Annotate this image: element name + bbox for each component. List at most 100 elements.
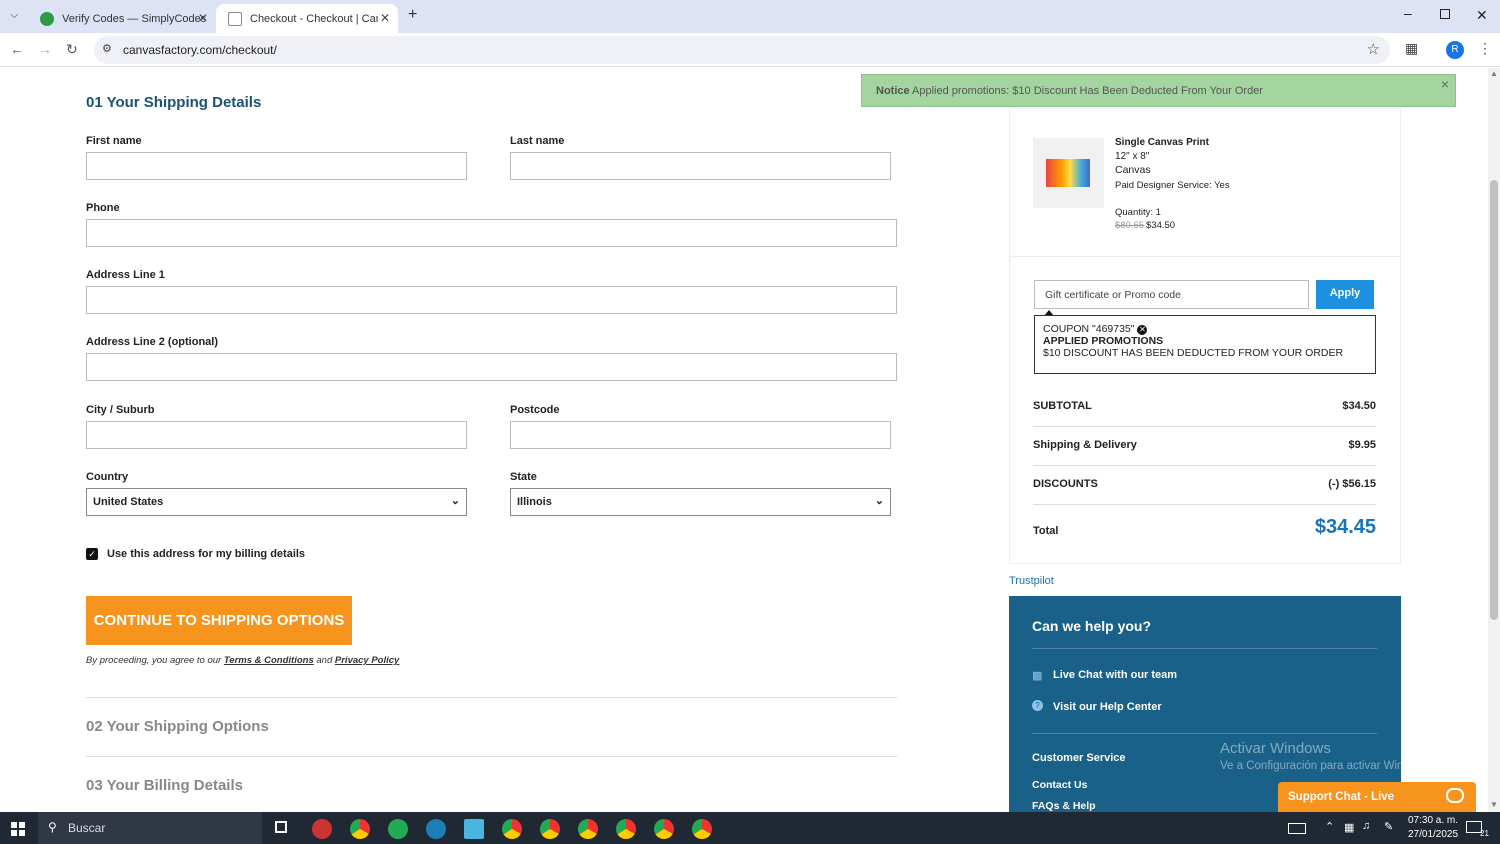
chrome-profile-icon[interactable] [692, 819, 712, 839]
subtotal-value: $34.50 [1342, 400, 1376, 412]
chevron-down-icon: ⌄ [874, 495, 884, 507]
city-label: City / Suburb [86, 404, 155, 416]
section-shipping-options-title[interactable]: 02 Your Shipping Options [86, 718, 269, 735]
restore-icon[interactable] [1440, 9, 1450, 19]
country-select[interactable]: United States ⌄ [86, 488, 467, 516]
support-chat-button[interactable]: Support Chat - Live [1278, 782, 1476, 812]
app-icon[interactable] [312, 819, 332, 839]
extensions-icon[interactable]: ▦ [1405, 40, 1418, 57]
clock-time[interactable]: 07:30 a. m. [1408, 815, 1458, 826]
product-name: Single Canvas Print [1115, 137, 1209, 148]
chrome-profile-icon[interactable] [578, 819, 598, 839]
scroll-down-icon[interactable]: ▼ [1490, 800, 1498, 809]
city-field[interactable] [86, 421, 467, 449]
close-tab-icon[interactable]: ✕ [198, 11, 208, 25]
whatsapp-icon[interactable] [388, 819, 408, 839]
state-select[interactable]: Illinois ⌄ [510, 488, 891, 516]
contact-us-link[interactable]: Contact Us [1032, 779, 1087, 791]
section-billing-details-title[interactable]: 03 Your Billing Details [86, 777, 243, 794]
pen-icon[interactable]: ✎ [1384, 820, 1393, 833]
windows-watermark-sub: Ve a Configuración para activar Windows. [1220, 760, 1434, 772]
shipping-label: Shipping & Delivery [1033, 439, 1137, 451]
chrome-profile-icon[interactable] [616, 819, 636, 839]
minimize-icon[interactable]: – [1404, 5, 1412, 21]
support-chat-label: Support Chat - Live [1288, 791, 1395, 803]
live-chat-link[interactable]: Live Chat with our team [1053, 669, 1177, 681]
chrome-profile-icon[interactable] [654, 819, 674, 839]
remove-coupon-icon[interactable]: ✕ [1137, 325, 1148, 335]
product-quantity: Quantity: 1 [1115, 207, 1161, 218]
help-center-link[interactable]: Visit our Help Center [1053, 701, 1162, 713]
continue-to-shipping-button[interactable]: CONTINUE TO SHIPPING OPTIONS [86, 596, 352, 645]
canvas-image [1046, 159, 1090, 187]
chrome-profile-icon[interactable] [540, 819, 560, 839]
volume-icon[interactable]: ♫ [1362, 820, 1370, 832]
tab-simplycodes[interactable]: Verify Codes — SimplyCodes ✕ [28, 4, 216, 33]
product-old-price: $80.65 [1115, 220, 1145, 231]
terms-link[interactable]: Terms & Conditions [224, 655, 314, 666]
total-row: Total $34.45 [1033, 516, 1376, 542]
tab-list-chevron-icon[interactable]: ⌵ [10, 9, 18, 22]
phone-label: Phone [86, 202, 120, 214]
windows-start-icon[interactable] [11, 822, 25, 836]
chevron-down-icon: ⌄ [450, 495, 460, 507]
scroll-up-icon[interactable]: ▲ [1490, 69, 1498, 78]
bookmark-star-icon[interactable]: ☆ [1367, 40, 1380, 58]
forward-icon[interactable]: → [38, 41, 52, 57]
notepad-icon[interactable] [464, 819, 484, 839]
billing-checkbox[interactable]: ✓ [86, 548, 98, 560]
apply-promo-button[interactable]: Apply [1316, 280, 1374, 309]
promo-code-input[interactable]: Gift certificate or Promo code [1034, 280, 1309, 309]
menu-icon[interactable]: ⋮ [1478, 40, 1492, 57]
product-price: $34.50 [1146, 220, 1176, 231]
url-text: canvasfactory.com/checkout/ [123, 43, 277, 57]
notice-title: Notice [876, 85, 910, 97]
faqs-link[interactable]: FAQs & Help [1032, 800, 1096, 812]
shipping-value: $9.95 [1348, 439, 1376, 451]
new-tab-icon[interactable]: + [408, 6, 417, 24]
close-window-icon[interactable]: ✕ [1476, 7, 1488, 24]
page-scrollbar[interactable]: ▲ ▼ [1488, 68, 1500, 812]
network-icon[interactable]: ▦ [1344, 821, 1354, 834]
total-value: $34.45 [1314, 516, 1376, 538]
clock-date[interactable]: 27/01/2025 [1408, 829, 1458, 840]
close-tab-icon[interactable]: ✕ [380, 11, 390, 25]
help-circle-icon: ? [1032, 700, 1043, 711]
vpn-icon[interactable] [426, 819, 446, 839]
search-placeholder: Buscar [68, 821, 106, 835]
first-name-field[interactable] [86, 152, 467, 180]
product-material: Canvas [1115, 164, 1151, 176]
help-title: Can we help you? [1032, 618, 1152, 634]
product-thumbnail [1033, 138, 1104, 208]
chrome-icon[interactable] [350, 819, 370, 839]
address-bar[interactable]: ⚙ canvasfactory.com/checkout/ ☆ [94, 36, 1390, 64]
trustpilot-link[interactable]: Trustpilot [1009, 575, 1054, 587]
windows-taskbar: ⚲ Buscar ⌃ ▦ ♫ ✎ 07:30 a. m. 27/01/2025 … [0, 812, 1500, 844]
address2-label: Address Line 2 (optional) [86, 336, 219, 348]
total-label: Total [1033, 525, 1059, 537]
last-name-field[interactable] [510, 152, 891, 180]
reload-icon[interactable]: ↻ [66, 41, 78, 58]
discounts-value: (-) $56.15 [1328, 478, 1376, 490]
taskbar-search-box[interactable]: ⚲ Buscar [38, 812, 262, 844]
notice-close-icon[interactable]: × [1441, 76, 1449, 92]
address1-field[interactable] [86, 286, 897, 314]
privacy-link[interactable]: Privacy Policy [335, 655, 399, 666]
notice-banner: Notice Applied promotions: $10 Discount … [861, 74, 1456, 107]
tray-chevron-icon[interactable]: ⌃ [1325, 820, 1334, 833]
applied-promotions-text: $10 DISCOUNT HAS BEEN DEDUCTED FROM YOUR… [1043, 347, 1344, 359]
site-info-icon[interactable]: ⚙ [102, 42, 112, 55]
postcode-field[interactable] [510, 421, 891, 449]
product-size: 12" x 8" [1115, 151, 1150, 162]
chrome-profile-icon[interactable] [502, 819, 522, 839]
profile-avatar[interactable]: R [1446, 41, 1464, 59]
back-icon[interactable]: ← [10, 41, 24, 57]
divider [1032, 648, 1377, 649]
tab-checkout[interactable]: Checkout - Checkout | Canvas F ✕ [216, 4, 398, 33]
keyboard-icon[interactable] [1288, 823, 1306, 834]
phone-field[interactable] [86, 219, 897, 247]
first-name-label: First name [86, 135, 142, 147]
scrollbar-thumb[interactable] [1490, 180, 1498, 620]
address2-field[interactable] [86, 353, 897, 381]
task-view-icon[interactable] [275, 821, 287, 833]
